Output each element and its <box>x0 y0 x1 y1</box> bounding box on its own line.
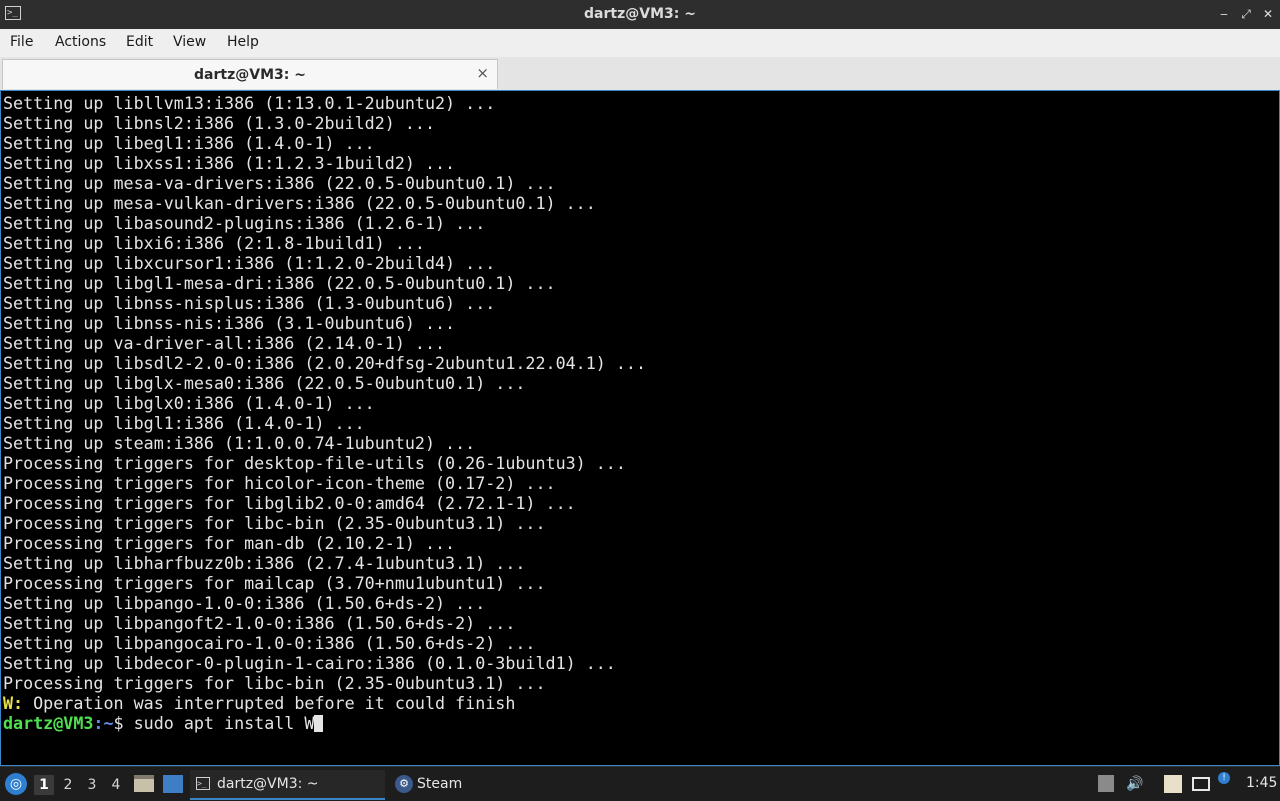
terminal-line: Processing triggers for desktop-file-uti… <box>3 453 626 473</box>
tab-terminal[interactable]: dartz@VM3: ~ × <box>2 59 498 89</box>
terminal-line: Setting up libharfbuzz0b:i386 (2.7.4-1ub… <box>3 553 526 573</box>
terminal-line: Setting up va-driver-all:i386 (2.14.0-1)… <box>3 333 446 353</box>
file-manager-icon[interactable] <box>134 775 154 792</box>
terminal-line: Setting up mesa-va-drivers:i386 (22.0.5-… <box>3 173 556 193</box>
terminal-line: Setting up libglx0:i386 (1.4.0-1) ... <box>3 393 375 413</box>
terminal-line: Setting up libnss-nisplus:i386 (1.3-0ubu… <box>3 293 496 313</box>
workspace-2[interactable]: 2 <box>58 775 78 795</box>
start-menu-icon[interactable]: ◎ <box>5 773 27 795</box>
terminal-line: Setting up libnss-nis:i386 (3.1-0ubuntu6… <box>3 313 456 333</box>
task-steam[interactable]: ⚙ Steam <box>390 770 510 798</box>
terminal-line: Processing triggers for mailcap (3.70+nm… <box>3 573 546 593</box>
terminal-line: Processing triggers for libglib2.0-0:amd… <box>3 493 576 513</box>
terminal-line: Setting up libgl1-mesa-dri:i386 (22.0.5-… <box>3 273 556 293</box>
clipboard-icon[interactable] <box>1098 775 1114 792</box>
terminal-line: Setting up libasound2-plugins:i386 (1.2.… <box>3 213 486 233</box>
terminal-line: Setting up libxcursor1:i386 (1:1.2.0-2bu… <box>3 253 496 273</box>
menu-edit[interactable]: Edit <box>126 34 153 50</box>
terminal-line: Setting up steam:i386 (1:1.0.0.74-1ubunt… <box>3 433 476 453</box>
prompt-user-host: dartz@VM3 <box>3 713 94 733</box>
terminal-line: Setting up libpangocairo-1.0-0:i386 (1.5… <box>3 633 536 653</box>
close-icon[interactable]: ✕ <box>1260 6 1276 22</box>
display-icon[interactable] <box>1192 777 1210 791</box>
workspace-3[interactable]: 3 <box>82 775 102 795</box>
show-desktop-icon[interactable] <box>163 775 183 793</box>
terminal-line: Setting up libxi6:i386 (2:1.8-1build1) .… <box>3 233 425 253</box>
terminal-prompt-line[interactable]: dartz@VM3:~$ sudo apt install W <box>3 713 1275 733</box>
prompt-symbol: $ <box>113 713 124 733</box>
workspace-4[interactable]: 4 <box>106 775 126 795</box>
prompt-path: :~ <box>93 713 114 733</box>
menu-help[interactable]: Help <box>227 34 259 50</box>
task-terminal[interactable]: >_ dartz@VM3: ~ <box>190 770 385 800</box>
taskbar: ◎ 1 2 3 4 >_ dartz@VM3: ~ ⚙ Steam 🔊 ! 1:… <box>0 766 1280 801</box>
tab-label: dartz@VM3: ~ <box>194 67 306 83</box>
workspace-1[interactable]: 1 <box>34 775 54 795</box>
warning-text: Operation was interrupted before it coul… <box>23 693 516 713</box>
terminal-output: Setting up libllvm13:i386 (1:13.0.1-2ubu… <box>3 93 1275 733</box>
volume-icon[interactable]: 🔊 <box>1126 775 1144 793</box>
menu-file[interactable]: File <box>10 34 33 50</box>
warning-prefix: W: <box>3 693 24 713</box>
terminal-line: Setting up libxss1:i386 (1:1.2.3-1build2… <box>3 153 456 173</box>
task-terminal-label: dartz@VM3: ~ <box>217 776 319 792</box>
terminal-line: Setting up libegl1:i386 (1.4.0-1) ... <box>3 133 375 153</box>
terminal-area[interactable]: Setting up libllvm13:i386 (1:13.0.1-2ubu… <box>0 90 1280 766</box>
terminal-line: Processing triggers for man-db (2.10.2-1… <box>3 533 456 553</box>
minimize-icon[interactable]: ‒ <box>1216 6 1232 22</box>
menu-actions[interactable]: Actions <box>55 34 106 50</box>
menu-view[interactable]: View <box>173 34 206 50</box>
terminal-line: Setting up libllvm13:i386 (1:13.0.1-2ubu… <box>3 93 496 113</box>
update-notifier-icon[interactable]: ! <box>1218 772 1230 784</box>
terminal-line: Setting up libpangoft2-1.0-0:i386 (1.50.… <box>3 613 516 633</box>
menu-bar: File Actions Edit View Help <box>0 29 1280 58</box>
clock[interactable]: 1:45 <box>1246 775 1277 791</box>
notes-icon[interactable] <box>1164 775 1182 793</box>
restore-icon[interactable]: ⤢ <box>1238 6 1254 22</box>
terminal-cursor <box>314 715 324 732</box>
window-title: dartz@VM3: ~ <box>584 6 696 22</box>
terminal-line: Setting up libgl1:i386 (1.4.0-1) ... <box>3 413 365 433</box>
terminal-line: Setting up libglx-mesa0:i386 (22.0.5-0ub… <box>3 373 526 393</box>
terminal-line: Processing triggers for libc-bin (2.35-0… <box>3 673 546 693</box>
terminal-line: Setting up libnsl2:i386 (1.3.0-2build2) … <box>3 113 436 133</box>
terminal-line: Setting up libdecor-0-plugin-1-cairo:i38… <box>3 653 616 673</box>
terminal-line: Setting up libpango-1.0-0:i386 (1.50.6+d… <box>3 593 486 613</box>
tab-close-icon[interactable]: × <box>476 64 489 82</box>
terminal-line: Processing triggers for hicolor-icon-the… <box>3 473 556 493</box>
terminal-icon: >_ <box>196 777 210 790</box>
tab-bar: dartz@VM3: ~ × <box>0 57 1280 90</box>
task-steam-label: Steam <box>417 776 463 792</box>
steam-icon: ⚙ <box>395 775 413 793</box>
terminal-warning-line: W: Operation was interrupted before it c… <box>3 693 1275 713</box>
terminal-line: Setting up libsdl2-2.0-0:i386 (2.0.20+df… <box>3 353 646 373</box>
terminal-line: Setting up mesa-vulkan-drivers:i386 (22.… <box>3 193 596 213</box>
window-titlebar: >_ dartz@VM3: ~ ‒ ⤢ ✕ <box>0 0 1280 29</box>
terminal-line: Processing triggers for libc-bin (2.35-0… <box>3 513 546 533</box>
prompt-command: sudo apt install W <box>123 713 315 733</box>
